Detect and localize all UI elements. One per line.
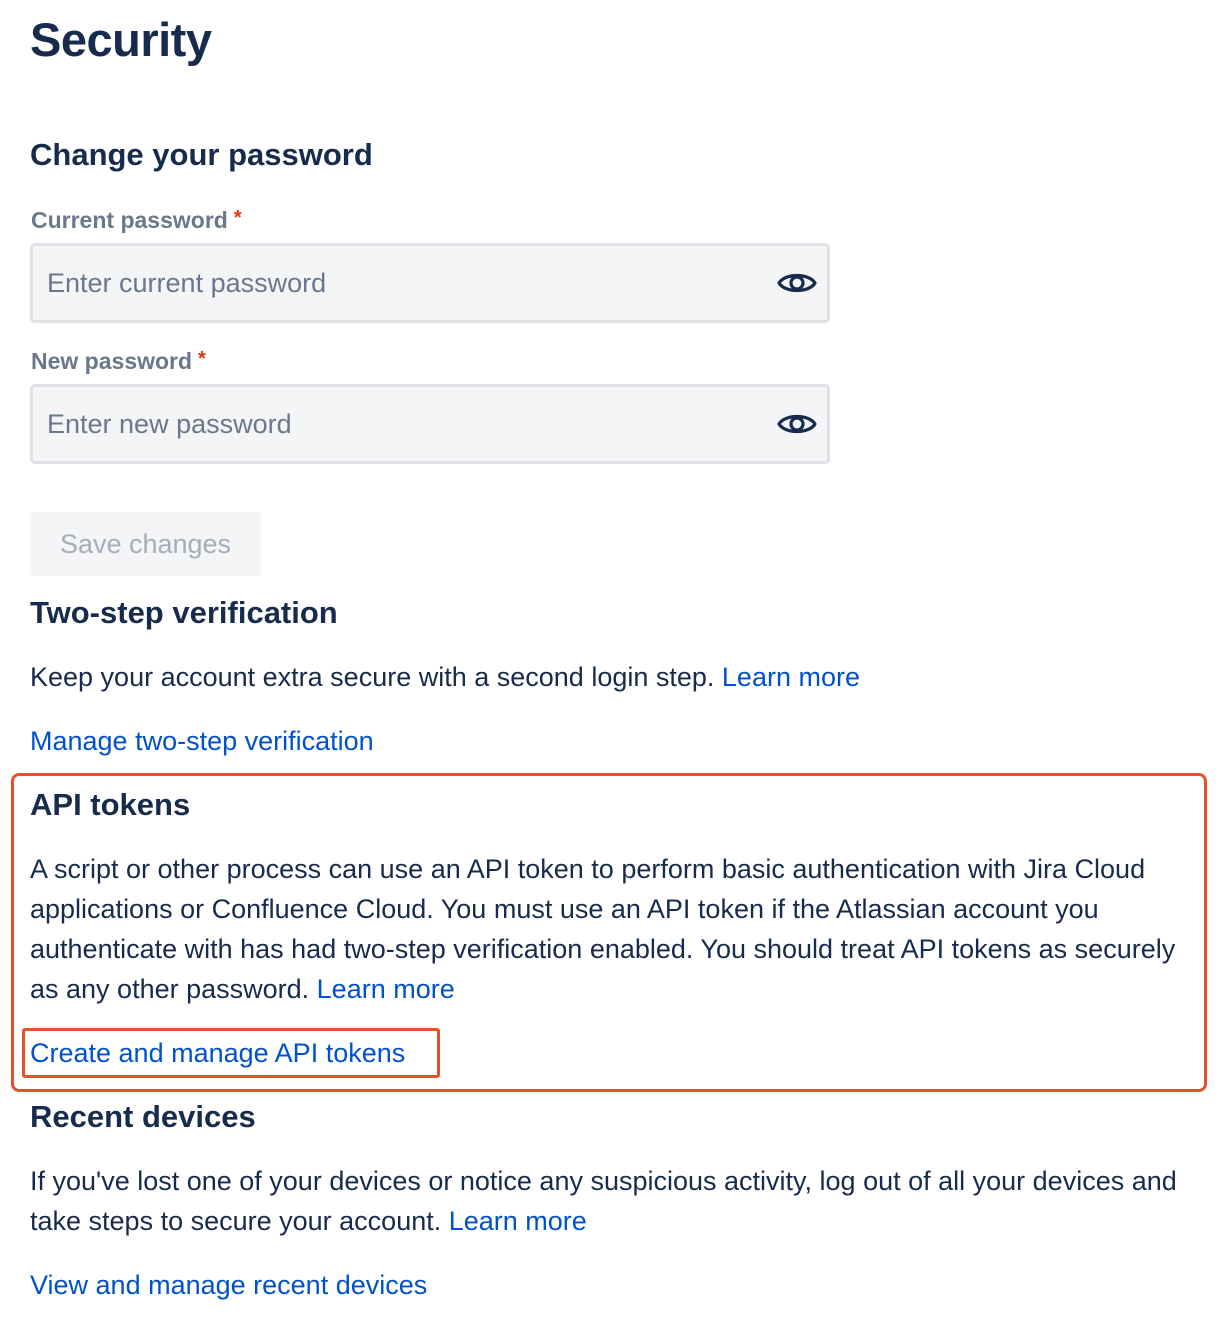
two-step-learn-more-link[interactable]: Learn more xyxy=(722,662,860,692)
recent-devices-learn-more-link[interactable]: Learn more xyxy=(449,1206,587,1236)
view-manage-recent-devices-link[interactable]: View and manage recent devices xyxy=(30,1265,427,1305)
recent-devices-heading: Recent devices xyxy=(30,1099,256,1134)
eye-icon[interactable] xyxy=(777,405,817,443)
two-step-heading: Two-step verification xyxy=(30,595,338,630)
api-tokens-learn-more-link[interactable]: Learn more xyxy=(317,974,455,1004)
new-password-label-text: New password xyxy=(31,348,193,374)
create-manage-api-tokens-link[interactable]: Create and manage API tokens xyxy=(30,1033,405,1073)
new-password-input[interactable] xyxy=(33,387,753,461)
eye-icon[interactable] xyxy=(777,264,817,302)
api-tokens-description-text: A script or other process can use an API… xyxy=(30,854,1176,1004)
current-password-input[interactable] xyxy=(33,246,753,320)
page-title: Security xyxy=(30,13,212,66)
api-tokens-description: A script or other process can use an API… xyxy=(30,849,1200,1009)
new-password-label: New password * xyxy=(31,346,206,376)
recent-devices-description-text: If you've lost one of your devices or no… xyxy=(30,1166,1177,1236)
api-tokens-heading: API tokens xyxy=(30,787,191,822)
required-marker: * xyxy=(198,348,206,370)
current-password-label: Current password * xyxy=(31,205,242,235)
recent-devices-description: If you've lost one of your devices or no… xyxy=(30,1161,1180,1241)
required-marker: * xyxy=(233,207,242,229)
new-password-field xyxy=(30,384,830,464)
change-password-heading: Change your password xyxy=(30,137,373,172)
two-step-description: Keep your account extra secure with a se… xyxy=(30,657,860,697)
current-password-label-text: Current password xyxy=(31,207,228,233)
manage-two-step-link[interactable]: Manage two-step verification xyxy=(30,721,374,761)
two-step-description-text: Keep your account extra secure with a se… xyxy=(30,662,722,692)
save-changes-button[interactable]: Save changes xyxy=(30,512,261,576)
current-password-field xyxy=(30,243,830,323)
